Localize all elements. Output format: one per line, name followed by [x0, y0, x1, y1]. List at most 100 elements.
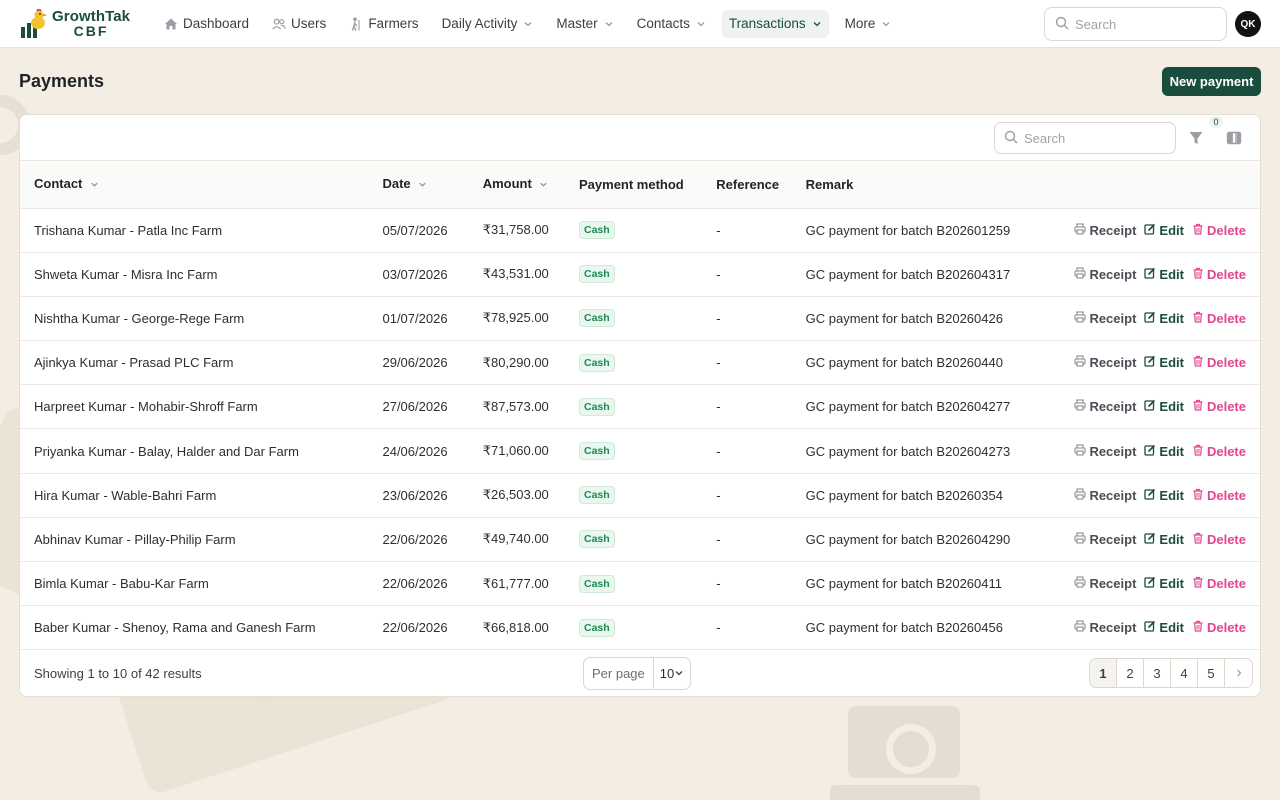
receipt-button[interactable]: Receipt	[1074, 399, 1136, 414]
printer-icon	[1074, 576, 1089, 591]
table-row[interactable]: Baber Kumar - Shenoy, Rama and Ganesh Fa…	[20, 606, 1260, 650]
columns-icon[interactable]	[1226, 130, 1242, 146]
delete-button[interactable]: Delete	[1192, 444, 1246, 459]
printer-icon	[1074, 355, 1089, 370]
table-search[interactable]	[994, 122, 1176, 154]
cell-amount: ₹87,573.00	[482, 398, 549, 414]
trash-icon	[1192, 444, 1207, 459]
receipt-button[interactable]: Receipt	[1074, 532, 1136, 547]
table-row[interactable]: Ajinkya Kumar - Prasad PLC Farm 29/06/202…	[20, 341, 1260, 385]
receipt-button[interactable]: Receipt	[1074, 311, 1136, 326]
edit-button[interactable]: Edit	[1144, 620, 1184, 635]
chevron-down-icon	[604, 19, 614, 29]
table-toolbar: 0	[20, 115, 1260, 161]
edit-button[interactable]: Edit	[1144, 355, 1184, 370]
column-header-amount[interactable]: Amount	[482, 161, 579, 209]
per-page-label: Per page	[584, 658, 654, 689]
global-search-input[interactable]	[1075, 16, 1215, 32]
receipt-button[interactable]: Receipt	[1074, 620, 1136, 635]
global-search[interactable]	[1044, 7, 1227, 41]
nav-item-transactions[interactable]: Transactions	[721, 9, 829, 38]
table-row[interactable]: Shweta Kumar - Misra Inc Farm 03/07/2026 ₹…	[20, 252, 1260, 297]
cell-amount: ₹49,740.00	[482, 531, 549, 547]
edit-button[interactable]: Edit	[1144, 576, 1184, 591]
page-button-4[interactable]: 4	[1171, 659, 1198, 687]
delete-button[interactable]: Delete	[1192, 267, 1246, 282]
receipt-button[interactable]: Receipt	[1074, 444, 1136, 459]
avatar[interactable]: QK	[1235, 11, 1261, 37]
table-row[interactable]: Abhinav Kumar - Pillay-Philip Farm 22/06/…	[20, 517, 1260, 562]
receipt-button[interactable]: Receipt	[1074, 267, 1136, 282]
cell-reference: -	[716, 443, 721, 459]
cell-amount: ₹78,925.00	[482, 310, 549, 326]
delete-button[interactable]: Delete	[1192, 311, 1246, 326]
nav-item-farmers[interactable]: Farmers	[342, 10, 425, 38]
page-button-1[interactable]: 1	[1090, 659, 1117, 687]
receipt-button[interactable]: Receipt	[1074, 223, 1136, 238]
table-row[interactable]: Bimla Kumar - Babu-Kar Farm 22/06/2026 ₹61…	[20, 562, 1260, 606]
receipt-button[interactable]: Receipt	[1074, 576, 1136, 591]
delete-button[interactable]: Delete	[1192, 532, 1246, 547]
nav-item-daily-activity[interactable]: Daily Activity	[435, 10, 541, 38]
receipt-button[interactable]: Receipt	[1074, 488, 1136, 503]
delete-label: Delete	[1206, 399, 1246, 415]
nav-label: Master	[556, 16, 598, 31]
edit-button[interactable]: Edit	[1144, 532, 1184, 547]
cell-remark: GC payment for batch B202604290	[805, 531, 1011, 547]
table-search-input[interactable]	[1024, 130, 1164, 146]
receipt-button[interactable]: Receipt	[1074, 355, 1136, 370]
next-page-button[interactable]	[1225, 659, 1252, 687]
nav-item-users[interactable]: Users	[265, 10, 333, 38]
edit-button[interactable]: Edit	[1144, 311, 1184, 326]
delete-button[interactable]: Delete	[1192, 576, 1246, 591]
edit-button[interactable]: Edit	[1144, 399, 1184, 414]
cell-date: 22/06/2026	[382, 620, 448, 636]
printer-icon	[1074, 532, 1089, 547]
cell-payment-method: Cash	[579, 252, 716, 296]
brand[interactable]: GrowthTak CBF	[20, 7, 150, 39]
nav-item-contacts[interactable]: Contacts	[630, 10, 713, 38]
delete-button[interactable]: Delete	[1192, 488, 1246, 503]
table-row[interactable]: Harpreet Kumar - Mohabir-Shroff Farm 27/0…	[20, 385, 1260, 429]
cell-payment-method: Cash	[579, 385, 716, 429]
nav-item-more[interactable]: More	[838, 10, 899, 38]
cell-payment-method: Cash	[579, 208, 716, 252]
new-payment-button[interactable]: New payment	[1162, 67, 1261, 96]
edit-label: Edit	[1159, 620, 1184, 636]
page-button-2[interactable]: 2	[1117, 659, 1144, 687]
nav-item-master[interactable]: Master	[549, 10, 620, 38]
trash-icon	[1192, 620, 1207, 635]
delete-button[interactable]: Delete	[1192, 620, 1246, 635]
edit-button[interactable]: Edit	[1144, 444, 1184, 459]
chevron-down-icon	[696, 19, 706, 29]
delete-button[interactable]: Delete	[1192, 355, 1246, 370]
cell-remark: GC payment for batch B20260440	[805, 355, 1003, 371]
table-row[interactable]: Trishana Kumar - Patla Inc Farm 05/07/202…	[20, 208, 1260, 253]
cell-reference: -	[716, 355, 721, 371]
column-header-date[interactable]: Date	[382, 161, 483, 209]
edit-button[interactable]: Edit	[1144, 488, 1184, 503]
delete-button[interactable]: Delete	[1192, 223, 1246, 238]
column-header-contact[interactable]: Contact	[20, 161, 383, 209]
cell-remark: GC payment for batch B20260456	[805, 620, 1003, 636]
page-button-3[interactable]: 3	[1144, 659, 1171, 687]
edit-button[interactable]: Edit	[1144, 223, 1184, 238]
table-row[interactable]: Priyanka Kumar - Balay, Halder and Dar F…	[20, 429, 1260, 474]
brand-name: GrowthTak	[52, 7, 131, 25]
nav-label: Contacts	[636, 16, 690, 31]
printer-icon	[1074, 620, 1089, 635]
page-button-5[interactable]: 5	[1198, 659, 1225, 687]
payment-method-badge: Cash	[579, 574, 615, 593]
cell-remark: GC payment for batch B20260411	[805, 576, 1002, 592]
table-row[interactable]: Nishtha Kumar - George-Rege Farm 01/07/20…	[20, 296, 1260, 341]
nav-item-dashboard[interactable]: Dashboard	[157, 10, 256, 38]
delete-button[interactable]: Delete	[1192, 399, 1246, 414]
payment-method-badge: Cash	[579, 618, 615, 637]
edit-button[interactable]: Edit	[1144, 267, 1184, 282]
payment-method-badge: Cash	[579, 397, 615, 416]
cell-amount: ₹61,777.00	[482, 575, 549, 591]
trash-icon	[1192, 576, 1207, 591]
filter-icon[interactable]	[1188, 130, 1204, 146]
table-row[interactable]: Hira Kumar - Wable-Bahri Farm 23/06/2026 ₹…	[20, 473, 1260, 518]
per-page-select[interactable]: 10	[654, 658, 690, 689]
